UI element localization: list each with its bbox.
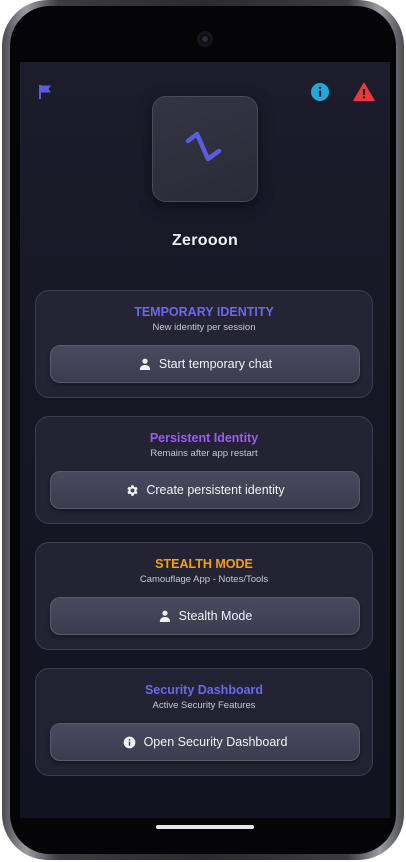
gear-icon <box>125 483 139 497</box>
card-title: STEALTH MODE <box>155 557 253 571</box>
warning-icon[interactable] <box>352 80 376 104</box>
card-subtitle: Remains after app restart <box>150 448 258 459</box>
persistent-identity-card: Persistent Identity Remains after app re… <box>35 416 373 524</box>
person-icon <box>158 609 172 623</box>
card-title: Security Dashboard <box>144 683 264 697</box>
info-icon[interactable] <box>308 80 332 104</box>
card-title: TEMPORARY IDENTITY <box>134 305 274 319</box>
info-icon <box>123 735 137 749</box>
button-label: Start temporary chat <box>158 357 273 371</box>
card-title: Persistent Identity <box>149 431 259 445</box>
app-title: Zerooon <box>171 232 239 249</box>
app-logo <box>152 96 258 202</box>
home-indicator[interactable] <box>156 825 254 829</box>
security-dashboard-card: Security Dashboard Active Security Featu… <box>35 668 373 776</box>
stealth-mode-card: STEALTH MODE Camouflage App - Notes/Tool… <box>35 542 373 650</box>
temporary-identity-card: TEMPORARY IDENTITY New identity per sess… <box>35 290 373 398</box>
stealth-mode-button[interactable]: Stealth Mode <box>50 597 360 635</box>
person-icon <box>138 357 152 371</box>
zigzag-logo-icon <box>185 131 222 162</box>
open-security-dashboard-button[interactable]: Open Security Dashboard <box>50 723 360 761</box>
button-label: Create persistent identity <box>146 483 285 497</box>
create-persistent-identity-button[interactable]: Create persistent identity <box>50 471 360 509</box>
card-subtitle: New identity per session <box>152 322 256 333</box>
front-camera <box>197 31 213 47</box>
card-subtitle: Active Security Features <box>152 700 256 711</box>
card-subtitle: Camouflage App - Notes/Tools <box>139 574 269 585</box>
button-label: Open Security Dashboard <box>143 735 288 749</box>
start-temporary-chat-button[interactable]: Start temporary chat <box>50 345 360 383</box>
flag-icon[interactable] <box>33 80 57 104</box>
app-screen: Zerooon TEMPORARY IDENTITY New identity … <box>20 62 390 818</box>
button-label: Stealth Mode <box>178 609 253 623</box>
